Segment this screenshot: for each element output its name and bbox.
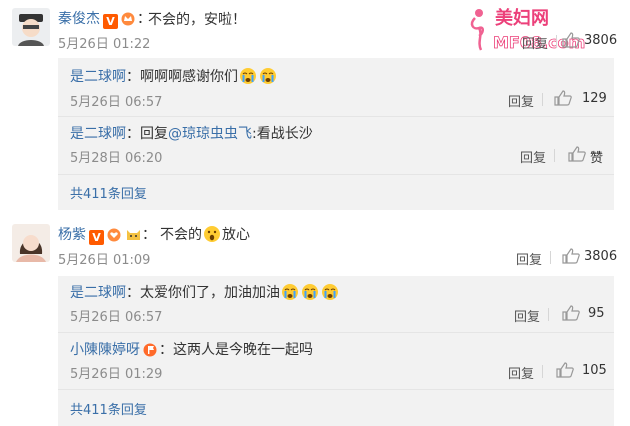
like-count: 105 (582, 363, 607, 378)
thumbs-up-icon[interactable] (562, 248, 580, 264)
reply-item: 是二球啊：啊啊啊感谢你们 5月26日 06:57 回复 129 (58, 58, 614, 116)
avatar[interactable] (12, 8, 50, 46)
crying-emoji-icon (260, 68, 276, 84)
like-count: 129 (582, 91, 607, 106)
avatar[interactable] (12, 224, 50, 262)
crown-badge-icon (121, 12, 135, 26)
crying-emoji-icon (282, 284, 298, 300)
flag-badge-icon (143, 343, 157, 357)
thumbs-up-icon[interactable] (562, 305, 580, 321)
action-separator (556, 35, 557, 48)
action-separator (542, 365, 543, 378)
comment-text: 不会的 放心 (160, 226, 250, 243)
comment-username[interactable]: 杨紫 V： (58, 224, 156, 245)
reply-button[interactable]: 回复 (522, 33, 548, 52)
shocked-emoji-icon (204, 226, 220, 242)
reply-button[interactable]: 回复 (520, 147, 546, 166)
action-separator (554, 149, 555, 162)
thumbs-up-icon[interactable] (556, 362, 574, 378)
reply-time: 5月28日 06:20 (70, 151, 163, 166)
action-separator (550, 251, 551, 264)
reply-line: 是二球啊：太爱你们了，加油加油 (70, 282, 340, 302)
action-separator (548, 308, 549, 321)
reply-button[interactable]: 回复 (516, 249, 542, 268)
comment-time: 5月26日 01:09 (58, 253, 151, 268)
reply-time: 5月26日 01:29 (70, 367, 163, 382)
cat-badge-icon (127, 230, 140, 240)
thumbs-up-icon[interactable] (554, 90, 572, 106)
reply-username[interactable]: 是二球啊 (70, 285, 126, 301)
crying-emoji-icon (302, 284, 318, 300)
reply-line: 是二球啊：啊啊啊感谢你们 (70, 66, 278, 86)
thumbs-up-icon[interactable] (562, 32, 580, 48)
divider (58, 174, 614, 175)
reply-list: 是二球啊：太爱你们了，加油加油 5月26日 06:57 回复 95 小陳陳婷呀：… (58, 276, 614, 426)
verified-badge-icon: V (89, 230, 104, 245)
reply-button[interactable]: 回复 (508, 91, 534, 110)
crying-emoji-icon (322, 284, 338, 300)
view-all-replies-link[interactable]: 共411条回复 (70, 183, 147, 202)
reply-text: 太爱你们了，加油加油 (140, 285, 280, 301)
comment-item: 杨紫 V： 不会的 放心 5月26日 01:09 回复 3806 是二球啊：太爱你们… (0, 216, 630, 426)
comment-time: 5月26日 01:22 (58, 37, 151, 52)
divider (58, 389, 614, 390)
comment-text: 不会的，安啦！ (148, 12, 246, 28)
verified-badge-icon: V (103, 14, 118, 29)
reply-text: 这两人是今晚在一起吗 (173, 342, 313, 358)
reply-username[interactable]: 是二球啊 (70, 126, 126, 142)
reply-time: 5月26日 06:57 (70, 310, 163, 325)
reply-line: 是二球啊：回复@琼琼虫虫飞:看战长沙 (70, 126, 313, 142)
like-count: 3806 (584, 249, 618, 264)
thumbs-up-icon[interactable] (568, 146, 586, 162)
heart-badge-icon (107, 228, 121, 242)
crying-emoji-icon (240, 68, 256, 84)
comment-username[interactable]: 秦俊杰 V： (58, 8, 151, 29)
reply-button[interactable]: 回复 (508, 363, 534, 382)
reply-username[interactable]: 小陳陳婷呀 (70, 342, 140, 358)
action-separator (542, 93, 543, 106)
reply-list: 是二球啊：啊啊啊感谢你们 5月26日 06:57 回复 129 是二球啊：回复@… (58, 58, 614, 210)
comment-item: 秦俊杰 V： 不会的，安啦！ 5月26日 01:22 回复 3806 是二球啊：啊… (0, 0, 630, 210)
reply-item: 是二球啊：太爱你们了，加油加油 5月26日 06:57 回复 95 (58, 276, 614, 334)
reply-text: 啊啊啊感谢你们 (140, 69, 238, 85)
mention-link[interactable]: @琼琼虫虫飞 (168, 126, 252, 142)
reply-button[interactable]: 回复 (514, 306, 540, 325)
like-label: 赞 (590, 151, 604, 166)
like-count: 3806 (584, 33, 618, 48)
like-count: 95 (588, 306, 605, 321)
reply-line: 小陳陳婷呀 ：这两人是今晚在一起吗 (70, 342, 313, 358)
reply-item: 是二球啊：回复@琼琼虫虫飞:看战长沙 5月28日 06:20 回复 赞 (58, 117, 614, 175)
view-all-replies-link[interactable]: 共411条回复 (70, 399, 147, 418)
reply-time: 5月26日 06:57 (70, 95, 163, 110)
reply-username[interactable]: 是二球啊 (70, 69, 126, 85)
reply-item: 小陳陳婷呀 ：这两人是今晚在一起吗 5月26日 01:29 回复 105 (58, 333, 614, 391)
